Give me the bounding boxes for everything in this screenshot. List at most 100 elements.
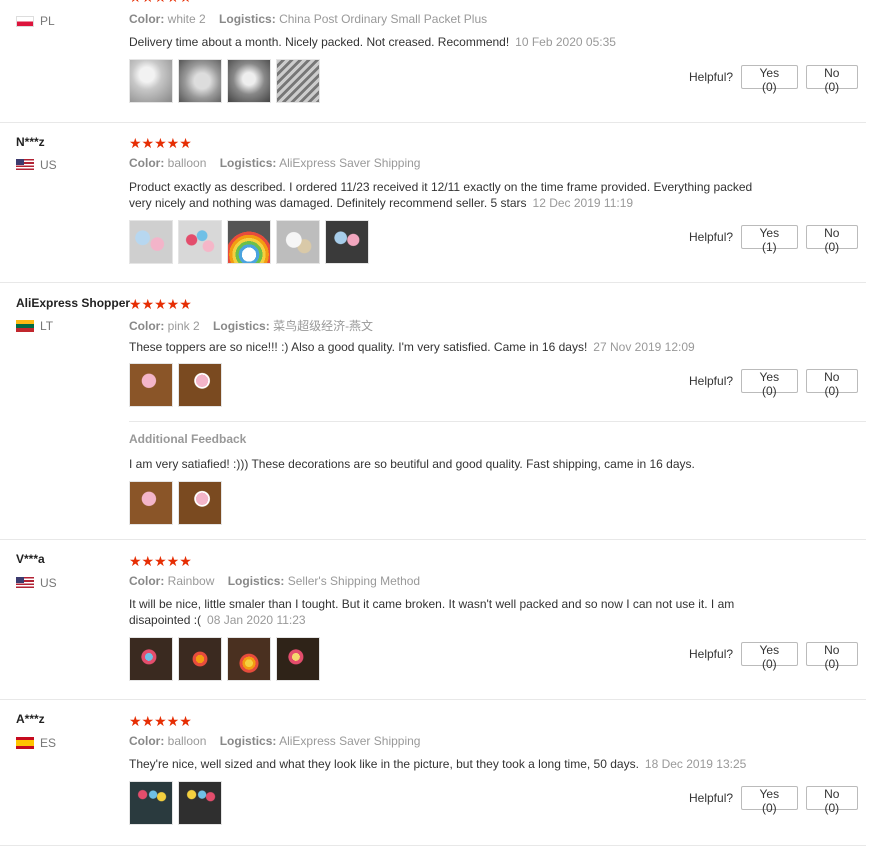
color-value: balloon — [167, 734, 207, 748]
review-photo[interactable] — [129, 59, 173, 103]
review-photo[interactable] — [178, 363, 222, 407]
reviewer-country: US — [16, 158, 57, 172]
order-info: Color: balloon Logistics: AliExpress Sav… — [129, 734, 420, 748]
helpful-no-button[interactable]: No (0) — [805, 225, 858, 254]
helpful-label: Helpful? — [689, 374, 734, 388]
review-photo[interactable] — [178, 59, 222, 103]
color-label: Color: — [129, 574, 165, 588]
country-code: ES — [40, 736, 57, 750]
star-rating: ★★★★★ — [129, 0, 192, 4]
color-label: Color: — [129, 156, 165, 170]
color-label: Color: — [129, 12, 165, 26]
review-photo[interactable] — [129, 363, 173, 407]
logistics-value: China Post Ordinary Small Packet Plus — [279, 12, 488, 26]
review-photo[interactable] — [276, 637, 320, 681]
review-photo[interactable] — [227, 637, 271, 681]
logistics-label: Logistics: — [227, 574, 285, 588]
review-body: They're nice, well sized and what they l… — [129, 757, 639, 771]
logistics-value: Seller's Shipping Method — [287, 574, 421, 588]
review-item: AliExpress Shopper LT ★★★★★ Color: pink … — [0, 282, 866, 540]
star-rating: ★★★★★ — [129, 553, 192, 569]
helpful-yes-button[interactable]: Yes (0) — [741, 369, 798, 398]
flag-pl-icon — [16, 15, 34, 27]
review-body: Delivery time about a month. Nicely pack… — [129, 35, 510, 49]
additional-feedback-photos — [129, 481, 227, 525]
order-info: Color: white 2 Logistics: China Post Ord… — [129, 12, 487, 26]
star-rating: ★★★★★ — [129, 296, 192, 312]
helpful-label: Helpful? — [689, 647, 734, 661]
country-code: US — [40, 158, 57, 172]
review-item: A***z ES ★★★★★ Color: balloon Logistics:… — [0, 699, 866, 846]
reviewer-country: PL — [16, 14, 55, 28]
reviewer-name: N***z — [16, 135, 45, 149]
review-photo[interactable] — [227, 220, 271, 264]
review-text: Delivery time about a month. Nicely pack… — [129, 34, 754, 50]
review-text: Product exactly as described. I ordered … — [129, 179, 754, 211]
review-photo[interactable] — [178, 781, 222, 825]
review-photo[interactable] — [276, 220, 320, 264]
flag-us-icon — [16, 577, 34, 589]
helpful-no-button[interactable]: No (0) — [805, 786, 858, 815]
review-photo[interactable] — [276, 59, 320, 103]
review-body: These toppers are so nice!!! :) Also a g… — [129, 340, 588, 354]
order-info: Color: Rainbow Logistics: Seller's Shipp… — [129, 574, 420, 588]
helpful-yes-button[interactable]: Yes (0) — [741, 642, 798, 671]
review-text: These toppers are so nice!!! :) Also a g… — [129, 339, 754, 355]
logistics-label: Logistics: — [219, 12, 276, 26]
review-photos — [129, 637, 325, 681]
logistics-label: Logistics: — [213, 319, 270, 333]
reviewer-country: ES — [16, 736, 56, 750]
country-code: LT — [40, 319, 54, 333]
review-date: 27 Nov 2019 12:09 — [593, 340, 695, 354]
review-photo[interactable] — [227, 59, 271, 103]
helpful-yes-button[interactable]: Yes (1) — [741, 225, 798, 254]
helpful-no-button[interactable]: No (0) — [805, 642, 858, 671]
additional-feedback-text: I am very satiafied! :))) These decorati… — [129, 457, 695, 471]
review-photo[interactable] — [129, 220, 173, 264]
logistics-value: 菜鸟超级经济-燕文 — [273, 319, 374, 333]
review-photo[interactable] — [129, 481, 173, 525]
review-date: 18 Dec 2019 13:25 — [644, 757, 747, 771]
helpful-label: Helpful? — [689, 791, 734, 805]
review-photos — [129, 363, 227, 407]
review-text: They're nice, well sized and what they l… — [129, 756, 754, 772]
logistics-label: Logistics: — [219, 156, 277, 170]
helpful-yes-button[interactable]: Yes (0) — [741, 786, 798, 815]
review-photo[interactable] — [325, 220, 369, 264]
country-code: PL — [40, 14, 55, 28]
country-code: US — [40, 576, 57, 590]
helpful-no-button[interactable]: No (0) — [805, 369, 858, 398]
review-photos — [129, 59, 325, 103]
order-info: Color: pink 2 Logistics: 菜鸟超级经济-燕文 — [129, 317, 373, 334]
review-photo[interactable] — [129, 781, 173, 825]
additional-feedback-title: Additional Feedback — [129, 432, 247, 446]
reviewer-country: US — [16, 576, 57, 590]
review-photo[interactable] — [178, 481, 222, 525]
review-photo[interactable] — [178, 220, 222, 264]
color-value: white 2 — [167, 12, 206, 26]
review-photos — [129, 220, 374, 264]
helpful-no-button[interactable]: No (0) — [805, 65, 858, 94]
helpful-votes: Helpful? Yes (1) No (0) — [689, 225, 866, 254]
flag-es-icon — [16, 737, 34, 749]
helpful-votes: Helpful? Yes (0) No (0) — [689, 65, 866, 94]
helpful-label: Helpful? — [689, 230, 734, 244]
star-rating: ★★★★★ — [129, 713, 192, 729]
review-date: 12 Dec 2019 11:19 — [532, 196, 634, 210]
review-item: PL ★★★★★ Color: white 2 Logistics: China… — [0, 0, 866, 123]
helpful-votes: Helpful? Yes (0) No (0) — [689, 369, 866, 398]
logistics-value: AliExpress Saver Shipping — [279, 156, 421, 170]
color-label: Color: — [129, 734, 165, 748]
helpful-yes-button[interactable]: Yes (0) — [741, 65, 798, 94]
review-date: 10 Feb 2020 05:35 — [515, 35, 616, 49]
color-label: Color: — [129, 319, 165, 333]
reviewer-name: V***a — [16, 552, 45, 566]
additional-feedback-divider — [129, 421, 866, 422]
review-photo[interactable] — [178, 637, 222, 681]
review-text: It will be nice, little smaler than I to… — [129, 596, 754, 628]
review-item: V***a US ★★★★★ Color: Rainbow Logistics:… — [0, 539, 866, 700]
review-photo[interactable] — [129, 637, 173, 681]
color-value: pink 2 — [167, 319, 200, 333]
color-value: Rainbow — [167, 574, 215, 588]
color-value: balloon — [167, 156, 207, 170]
